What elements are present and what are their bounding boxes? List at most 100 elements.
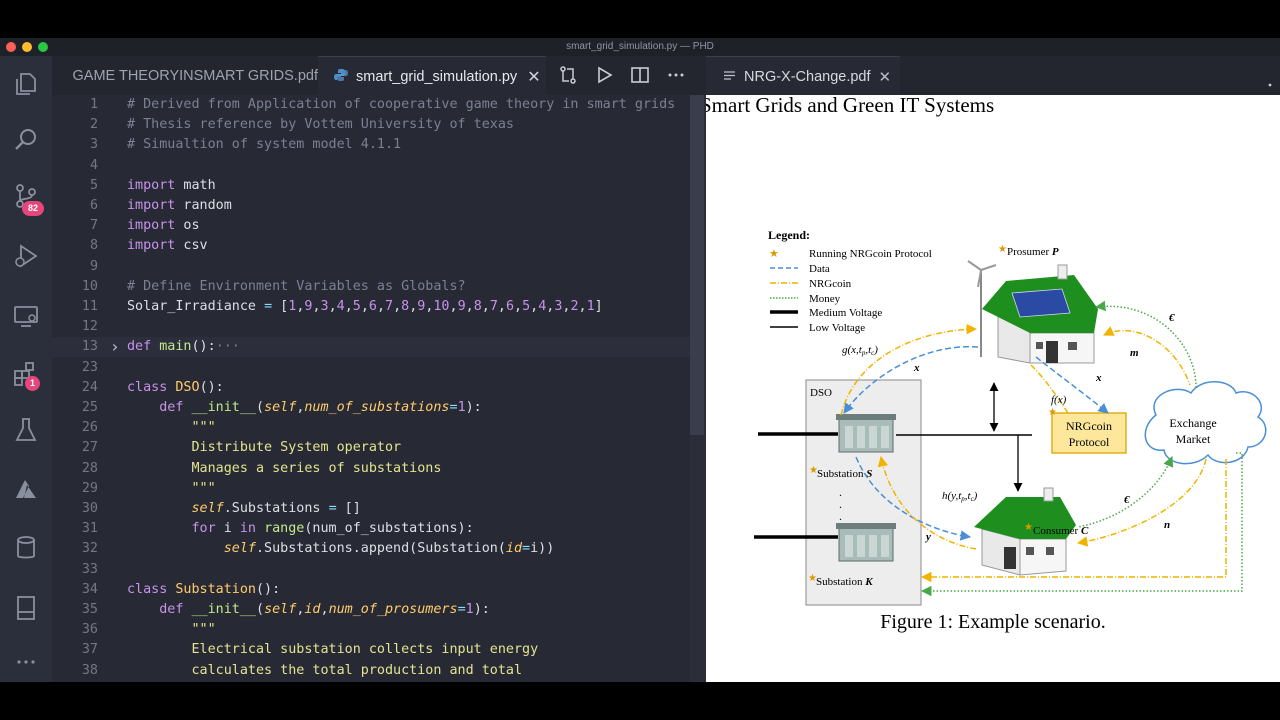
legend-data: Data xyxy=(809,263,830,275)
line-number: 31 xyxy=(81,521,98,537)
tab-label: smart_grid_simulation.py xyxy=(356,68,518,85)
substation-k-label: Substation K xyxy=(816,576,873,588)
pdf-tab-bar: NRG-X-Change.pdf ✕ xyxy=(706,56,1280,96)
line-number: 8 xyxy=(89,238,98,254)
run-debug-icon[interactable] xyxy=(10,240,42,272)
code-line[interactable]: 24 class DSO(): xyxy=(52,378,690,398)
code-line[interactable]: › 13 def main():··· xyxy=(52,337,690,358)
code-text: class Substation(): xyxy=(127,581,281,597)
code-text: self.Substations.append(Substation(id=i)… xyxy=(223,541,555,557)
code-line[interactable]: 9 xyxy=(52,257,690,277)
more-icon[interactable] xyxy=(10,646,42,678)
run-file-icon[interactable] xyxy=(594,65,614,90)
example-scenario-figure: Legend: ★ Running NRGcoin Protocol Data … xyxy=(754,228,1267,606)
code-line[interactable]: 23 xyxy=(52,358,690,378)
legend-medium-voltage: Medium Voltage xyxy=(809,307,882,319)
line-number: 35 xyxy=(81,602,98,617)
h-function-label: h(y,tp,tc) xyxy=(942,490,978,503)
tab-game-theory-pdf[interactable]: GAME THEORYINSMART GRIDS.pdf xyxy=(52,56,319,95)
code-line[interactable]: 29 """ xyxy=(52,479,690,499)
tab-label: NRG-X-Change.pdf xyxy=(744,68,871,85)
code-line[interactable]: 36 """ xyxy=(52,620,690,640)
star-icon: ★ xyxy=(998,244,1007,255)
m-label: m xyxy=(1130,347,1139,359)
code-line[interactable]: 12 xyxy=(52,317,690,337)
code-line[interactable]: 11 Solar_Irradiance = [1,9,3,4,5,6,7,8,9,… xyxy=(52,297,690,317)
code-line[interactable]: 7 import os xyxy=(52,216,690,236)
g-function-label: g(x,tp,tc) xyxy=(842,344,878,357)
legend-running-nrgcoin: Running NRGcoin Protocol xyxy=(809,248,932,260)
legend-money: Money xyxy=(809,293,841,305)
tab-nrg-x-change-pdf[interactable]: NRG-X-Change.pdf ✕ xyxy=(706,56,900,96)
line-number: 32 xyxy=(81,541,98,557)
more-actions-icon[interactable] xyxy=(666,65,686,90)
line-number: 30 xyxy=(81,501,98,516)
code-line[interactable]: 38 calculates the total production and t… xyxy=(52,661,690,681)
file-lines-icon xyxy=(724,69,735,85)
figure-legend: Legend: ★ Running NRGcoin Protocol Data … xyxy=(768,228,932,334)
code-line[interactable]: 5 import math xyxy=(52,176,690,196)
code-line[interactable]: 25 def __init__(self,num_of_substations=… xyxy=(52,398,690,418)
pdf-page: Smart Grids and Green IT Systems Legend:… xyxy=(706,95,1280,682)
code-line[interactable]: 6 import random xyxy=(52,196,690,216)
azure-icon[interactable] xyxy=(10,474,42,506)
code-line[interactable]: 32 self.Substations.append(Substation(id… xyxy=(52,539,690,559)
code-line[interactable]: 31 for i in range(num_of_substations): xyxy=(52,519,690,539)
code-text: import random xyxy=(127,198,232,213)
extensions-badge: 1 xyxy=(25,376,40,391)
scrollbar-thumb[interactable] xyxy=(690,95,704,435)
code-line[interactable]: 8 import csv xyxy=(52,236,690,256)
code-editor[interactable]: 1 # Derived from Application of cooperati… xyxy=(52,95,690,682)
git-compare-icon[interactable] xyxy=(558,65,578,90)
testing-icon[interactable] xyxy=(10,414,42,446)
code-line[interactable]: 1 # Derived from Application of cooperati… xyxy=(52,95,690,115)
prosumer-label: Prosumer P xyxy=(1007,246,1059,258)
tab-smart-grid-simulation[interactable]: smart_grid_simulation.py ✕ xyxy=(318,56,546,96)
code-line[interactable]: 4 xyxy=(52,156,690,176)
pages-icon[interactable] xyxy=(10,592,42,624)
code-line[interactable]: 28 Manages a series of substations xyxy=(52,459,690,479)
database-icon[interactable] xyxy=(10,532,42,564)
code-text: Electrical substation collects input ene… xyxy=(191,642,539,658)
code-line[interactable]: 34 class Substation(): xyxy=(52,580,690,600)
line-number: 11 xyxy=(81,299,98,314)
dso-label: DSO xyxy=(810,387,832,399)
figure-caption: Figure 1: Example scenario. xyxy=(880,611,1106,633)
code-line[interactable]: 3 # Simualtion of system model 4.1.1 xyxy=(52,135,690,155)
close-tab-icon[interactable]: ✕ xyxy=(879,68,892,86)
code-text: Distribute System operator xyxy=(191,440,402,456)
line-number: 9 xyxy=(89,258,98,274)
explorer-icon[interactable] xyxy=(10,68,42,100)
split-editor-icon[interactable] xyxy=(630,65,650,90)
editor-scrollbar[interactable] xyxy=(690,95,706,682)
code-text: """ xyxy=(191,480,216,496)
line-number: 3 xyxy=(89,137,98,153)
code-line[interactable]: 33 xyxy=(52,560,690,580)
code-line[interactable]: 35 def __init__(self,id,num_of_prosumers… xyxy=(52,600,690,620)
code-line[interactable]: 10 # Define Environment Variables as Glob… xyxy=(52,277,690,297)
nrgcoin-protocol-label-1: NRGcoin xyxy=(1066,419,1112,433)
more-actions-icon[interactable] xyxy=(1268,74,1280,92)
line-number: 38 xyxy=(81,662,98,678)
code-line[interactable]: 27 Distribute System operator xyxy=(52,438,690,458)
line-number: 5 xyxy=(89,177,98,193)
line-number: 34 xyxy=(81,581,98,597)
code-line[interactable]: 37 Electrical substation collects input … xyxy=(52,640,690,660)
star-icon: ★ xyxy=(769,248,779,260)
code-line[interactable]: 2 # Thesis reference by Vottem University… xyxy=(52,115,690,135)
remote-explorer-icon[interactable] xyxy=(10,300,42,332)
code-text: import csv xyxy=(127,238,208,254)
editor-tab-bar: GAME THEORYINSMART GRIDS.pdf smart_grid_… xyxy=(52,56,706,96)
code-text: # Thesis reference by Vottem University … xyxy=(127,117,514,133)
code-text: # Define Environment Variables as Global… xyxy=(127,278,466,294)
fold-chevron-icon[interactable]: › xyxy=(110,337,120,357)
close-tab-icon[interactable]: ✕ xyxy=(527,67,540,87)
vscode-window: smart_grid_simulation.py — PHD 82 1 GAME… xyxy=(0,38,1280,682)
y-label: y xyxy=(924,531,931,543)
search-icon[interactable] xyxy=(10,124,42,156)
code-line[interactable]: 30 self.Substations = [] xyxy=(52,499,690,519)
line-number: 28 xyxy=(81,460,98,476)
code-line[interactable]: 26 """ xyxy=(52,418,690,438)
euro-label-1: € xyxy=(1168,312,1175,324)
code-text: Manages a series of substations xyxy=(191,460,442,476)
